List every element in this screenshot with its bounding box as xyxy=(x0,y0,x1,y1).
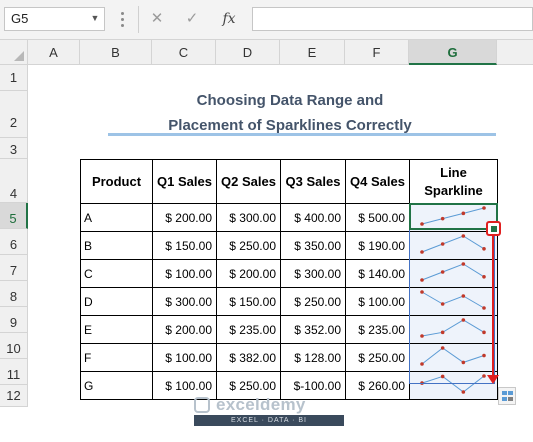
cell-product[interactable]: A xyxy=(80,203,153,232)
header-product[interactable]: Product xyxy=(80,159,153,204)
title-underline xyxy=(108,133,496,136)
header-line-sparkline[interactable]: Line Sparkline xyxy=(409,159,498,204)
cell-q4-sales[interactable]: $ 260.00 xyxy=(345,371,410,400)
cell-product[interactable]: B xyxy=(80,231,153,260)
row-header-2[interactable]: 2 xyxy=(0,91,28,138)
drag-arrow-line xyxy=(492,236,494,376)
cell-product[interactable]: C xyxy=(80,259,153,288)
cell-q3-sales[interactable]: $ 400.00 xyxy=(280,203,346,232)
select-all-corner[interactable] xyxy=(0,40,28,65)
column-header-b[interactable]: B xyxy=(80,40,152,65)
cell-product[interactable]: E xyxy=(80,315,153,344)
cell-q1-sales[interactable]: $ 150.00 xyxy=(152,231,217,260)
row-header-6[interactable]: 6 xyxy=(0,229,28,255)
cell-q4-sales[interactable]: $ 500.00 xyxy=(345,203,410,232)
cell-q4-sales[interactable]: $ 190.00 xyxy=(345,231,410,260)
watermark-logo: exceldemy EXCEL · DATA · BI xyxy=(194,395,344,427)
cell-q1-sales[interactable]: $ 200.00 xyxy=(152,203,217,232)
row-header-9[interactable]: 9 xyxy=(0,307,28,333)
column-header-d[interactable]: D xyxy=(216,40,280,65)
cell-q2-sales[interactable]: $ 150.00 xyxy=(216,287,281,316)
arrow-down-icon xyxy=(487,375,499,384)
row-header-11[interactable]: 11 xyxy=(0,359,28,385)
header-q4[interactable]: Q4 Sales xyxy=(345,159,410,204)
active-cell-border xyxy=(409,203,498,230)
row-header-1[interactable]: 1 xyxy=(0,65,28,91)
fill-range-preview xyxy=(409,229,495,384)
cell-product[interactable]: G xyxy=(80,371,153,400)
cell-q1-sales[interactable]: $ 100.00 xyxy=(152,259,217,288)
cell-q2-sales[interactable]: $ 235.00 xyxy=(216,315,281,344)
column-header-g[interactable]: G xyxy=(409,40,497,65)
cancel-icon[interactable]: ✕ xyxy=(146,8,168,30)
insert-function-button[interactable]: fx xyxy=(217,8,241,30)
page-title-line-1: Choosing Data Range and xyxy=(196,92,384,109)
cell-q3-sales[interactable]: $ 128.00 xyxy=(280,343,346,372)
column-header-h[interactable] xyxy=(497,40,533,65)
sparkline-marker xyxy=(461,390,466,394)
column-header-e[interactable]: E xyxy=(280,40,345,65)
cell-q1-sales[interactable]: $ 300.00 xyxy=(152,287,217,316)
column-header-a[interactable]: A xyxy=(28,40,80,65)
row-header-3[interactable]: 3 xyxy=(0,138,28,159)
column-header-f[interactable]: F xyxy=(345,40,409,65)
header-spark-line1: Line xyxy=(440,164,467,180)
cell-q4-sales[interactable]: $ 250.00 xyxy=(345,343,410,372)
cell-product[interactable]: D xyxy=(80,287,153,316)
formula-input[interactable] xyxy=(252,7,533,31)
page-title-line-2: Placement of Sparklines Correctly xyxy=(168,117,412,134)
column-header-c[interactable]: C xyxy=(152,40,216,65)
cell-q1-sales[interactable]: $ 100.00 xyxy=(152,343,217,372)
row-header-10[interactable]: 10 xyxy=(0,333,28,359)
enter-icon[interactable]: ✓ xyxy=(181,8,203,30)
table-header-row: Product Q1 Sales Q2 Sales Q3 Sales Q4 Sa… xyxy=(80,159,498,204)
row-header-4[interactable]: 4 xyxy=(0,159,28,203)
watermark-tagline: EXCEL · DATA · BI xyxy=(194,415,344,426)
cell-q3-sales[interactable]: $ 250.00 xyxy=(280,287,346,316)
more-options-icon[interactable] xyxy=(119,12,125,28)
header-q2[interactable]: Q2 Sales xyxy=(216,159,281,204)
row-header-12[interactable]: 12 xyxy=(0,385,28,407)
cell-q4-sales[interactable]: $ 235.00 xyxy=(345,315,410,344)
cell-q2-sales[interactable]: $ 250.00 xyxy=(216,231,281,260)
cell-q3-sales[interactable]: $ 300.00 xyxy=(280,259,346,288)
row-header-7[interactable]: 7 xyxy=(0,255,28,281)
row-header-5[interactable]: 5 xyxy=(0,203,28,229)
header-q1[interactable]: Q1 Sales xyxy=(152,159,217,204)
cell-q1-sales[interactable]: $ 200.00 xyxy=(152,315,217,344)
header-spark-line2: Sparkline xyxy=(424,182,483,198)
cell-q2-sales[interactable]: $ 382.00 xyxy=(216,343,281,372)
cell-q2-sales[interactable]: $ 300.00 xyxy=(216,203,281,232)
header-q3[interactable]: Q3 Sales xyxy=(280,159,346,204)
fill-handle[interactable] xyxy=(491,226,497,232)
cell-q4-sales[interactable]: $ 100.00 xyxy=(345,287,410,316)
cell-product[interactable]: F xyxy=(80,343,153,372)
cell-q4-sales[interactable]: $ 140.00 xyxy=(345,259,410,288)
cell-q2-sales[interactable]: $ 200.00 xyxy=(216,259,281,288)
chevron-down-icon[interactable]: ▼ xyxy=(88,8,102,28)
quick-analysis-icon[interactable] xyxy=(498,387,516,405)
divider xyxy=(138,6,139,33)
exceldemy-logo-icon xyxy=(194,397,210,413)
cell-q3-sales[interactable]: $ 350.00 xyxy=(280,231,346,260)
cell-q3-sales[interactable]: $ 352.00 xyxy=(280,315,346,344)
watermark-brand: exceldemy xyxy=(216,395,306,414)
row-header-8[interactable]: 8 xyxy=(0,281,28,307)
